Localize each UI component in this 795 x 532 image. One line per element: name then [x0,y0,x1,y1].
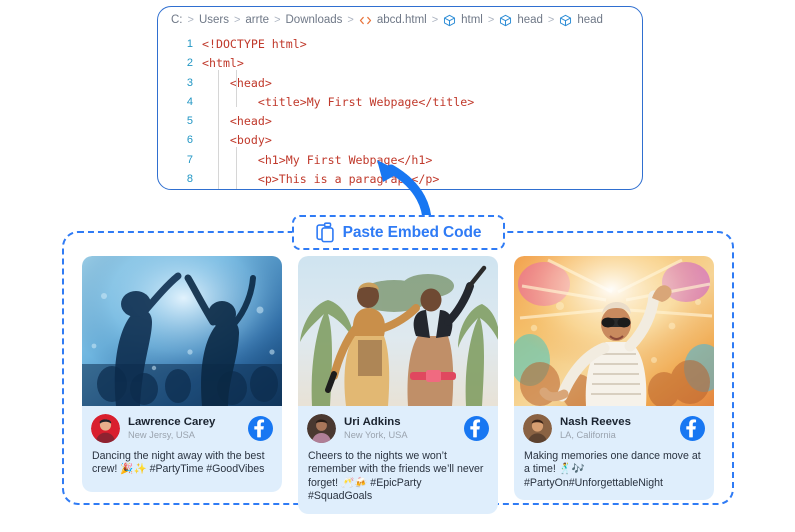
post-photo [82,256,282,406]
breadcrumb-separator: > [347,14,354,26]
cube-icon [559,14,572,27]
post-card[interactable]: Uri Adkins New York, USA Cheers to the n… [298,256,498,514]
code-editor-panel: C: > Users > arrte > Downloads > abcd.ht… [157,6,643,190]
avatar [91,414,120,443]
code-brackets-icon [359,14,372,27]
code-line[interactable]: 8 <p>This is a paragraph</p> [158,170,642,189]
breadcrumb-node-head[interactable]: head [517,14,543,26]
post-author: Uri Adkins New York, USA [298,406,498,448]
code-line[interactable]: 5 <head> [158,112,642,131]
line-number: 6 [186,134,193,147]
author-location: New York, USA [344,430,408,441]
author-name-block: Lawrence Carey New Jersy, USA [128,416,240,440]
breadcrumb-segment-user[interactable]: arrte [245,14,269,26]
post-author: Lawrence Carey New Jersy, USA [82,406,282,448]
breadcrumb-node-html[interactable]: html [461,14,483,26]
breadcrumb-separator: > [547,14,555,26]
breadcrumb-separator: > [233,14,241,26]
breadcrumb-segment-drive[interactable]: C: [171,14,183,26]
indent-guide [236,70,237,107]
avatar [307,414,336,443]
paste-embed-code-label: Paste Embed Code [342,223,482,241]
post-text: Cheers to the nights we won’t remember w… [298,448,498,514]
line-number: 4 [186,95,193,108]
code-line[interactable]: 1 <!DOCTYPE html> [158,35,642,54]
code-line[interactable]: 9 </body> [158,189,642,190]
breadcrumb-separator: > [274,14,281,26]
author-name: Uri Adkins [344,416,401,429]
post-author: Nash Reeves LA, California [514,406,714,448]
post-card[interactable]: Nash Reeves LA, California Making memori… [514,256,714,501]
breadcrumb-segment-users[interactable]: Users [199,14,229,26]
author-name: Nash Reeves [560,416,631,429]
code-text: <!DOCTYPE html> [202,37,307,51]
breadcrumb-separator: > [187,14,194,26]
code-line[interactable]: 4 <title>My First Webpage</title> [158,93,642,112]
indent-guide [236,147,237,189]
code-text: <head> [202,114,272,129]
code-line[interactable]: 3 <head> [158,74,642,93]
author-location: New Jersy, USA [128,430,195,441]
avatar [523,414,552,443]
code-text: <p>This is a paragraph</p> [202,172,440,187]
code-text: <title>My First Webpage</title> [202,94,475,109]
line-number: 2 [186,57,193,70]
page-root: C: > Users > arrte > Downloads > abcd.ht… [0,0,795,532]
facebook-icon[interactable] [680,416,705,441]
author-location: LA, California [560,430,616,441]
post-text: Making memories one dance move at a time… [514,448,714,501]
code-text: <html> [202,56,244,71]
facebook-icon[interactable] [248,416,273,441]
code-line[interactable]: 2 <html> [158,54,642,73]
breadcrumb-separator: > [487,14,495,26]
breadcrumb-file[interactable]: abcd.html [377,14,427,26]
clipboard-icon [315,222,335,243]
line-number: 7 [186,153,193,166]
author-name-block: Uri Adkins New York, USA [344,416,456,440]
breadcrumb-separator: > [431,14,439,26]
cube-icon [499,14,512,27]
indent-guide [218,70,219,189]
breadcrumb: C: > Users > arrte > Downloads > abcd.ht… [158,7,642,33]
author-name: Lawrence Carey [128,416,216,429]
post-photo [298,256,498,406]
code-line[interactable]: 6 <body> [158,131,642,150]
breadcrumb-node-head-2[interactable]: head [577,14,603,26]
line-number: 8 [186,173,193,186]
code-line[interactable]: 7 <h1>My First Webpage</h1> [158,151,642,170]
line-number: 9 [158,189,202,190]
line-number: 1 [186,38,193,50]
cube-icon [443,14,456,27]
code-area[interactable]: 1 <!DOCTYPE html> 2 <html> 3 <head> 4 <t… [158,33,642,190]
line-number: 3 [186,76,193,89]
post-photo [514,256,714,406]
code-text: </body> [202,189,279,190]
embed-cards-row: Lawrence Carey New Jersy, USA Dancing th… [62,231,734,514]
line-number: 5 [186,115,193,128]
breadcrumb-segment-downloads[interactable]: Downloads [286,14,343,26]
paste-embed-code-button[interactable]: Paste Embed Code [292,215,505,250]
facebook-icon[interactable] [464,416,489,441]
post-text: Dancing the night away with the best cre… [82,448,282,492]
post-card[interactable]: Lawrence Carey New Jersy, USA Dancing th… [82,256,282,492]
author-name-block: Nash Reeves LA, California [560,416,672,440]
